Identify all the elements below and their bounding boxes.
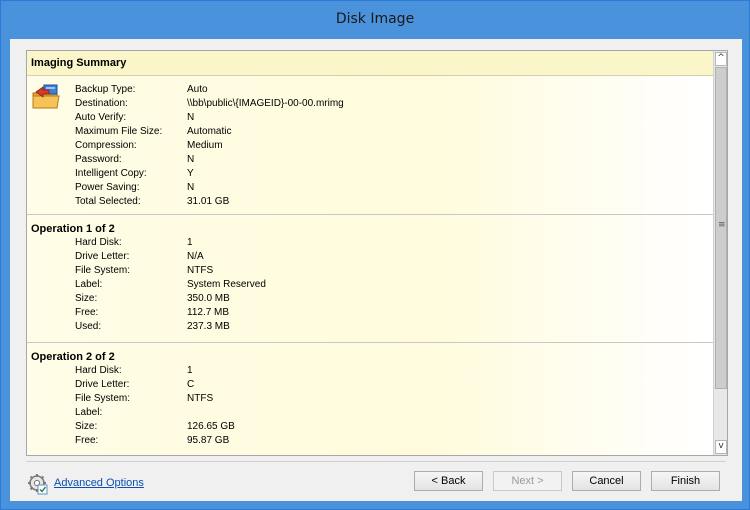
imaging-drive-icon <box>32 84 60 109</box>
row-label: File System: <box>75 265 131 276</box>
operation-row: Hard Disk: 1 <box>75 365 705 379</box>
row-value: NTFS <box>187 265 214 276</box>
summary-header-band <box>27 51 713 76</box>
window-frame-left <box>1 39 10 509</box>
imaging-summary-header: Imaging Summary <box>31 57 127 69</box>
row-value: N <box>187 182 195 193</box>
summary-row: Password: N <box>75 154 705 168</box>
row-label: Label: <box>75 407 103 418</box>
operation-row: Label: <box>75 407 705 421</box>
row-value: System Reserved <box>187 279 266 290</box>
row-label: Size: <box>75 293 98 304</box>
row-label: Used: <box>75 321 102 332</box>
grip-icon: ≡ <box>718 220 726 230</box>
row-value: C <box>187 379 195 390</box>
next-button[interactable]: Next > <box>493 471 562 491</box>
window-title: Disk Image <box>335 11 415 27</box>
row-label: Backup Type: <box>75 84 136 95</box>
advanced-options-link[interactable]: Advanced Options <box>54 477 144 489</box>
row-label: Total Selected: <box>75 196 141 207</box>
operation-1-section: Operation 1 of 2 Hard Disk: 1 Drive Lette… <box>27 215 713 341</box>
cancel-button[interactable]: Cancel <box>572 471 641 491</box>
operation-row: Size: 126.65 GB <box>75 421 705 435</box>
scroll-down-button[interactable]: v <box>715 440 727 454</box>
row-label: Destination: <box>75 98 128 109</box>
window-frame-bottom <box>1 501 749 509</box>
row-value: 1 <box>187 237 193 248</box>
summary-content: Imaging Summary Backup Type: Auto Destina… <box>27 51 713 455</box>
row-value: 350.0 MB <box>187 293 230 304</box>
row-value: 126.65 GB <box>187 421 235 432</box>
disk-image-window: Disk Image Imaging Summary Backup Type: A… <box>0 0 750 510</box>
operation-row: Free: 112.7 MB <box>75 307 705 321</box>
row-label: Free: <box>75 435 99 446</box>
finish-button[interactable]: Finish <box>651 471 720 491</box>
summary-panel: Imaging Summary Backup Type: Auto Destina… <box>26 50 728 456</box>
row-label: Auto Verify: <box>75 112 127 123</box>
chevron-up-icon: ^ <box>717 53 725 63</box>
row-value: Automatic <box>187 126 232 137</box>
row-label: Hard Disk: <box>75 237 122 248</box>
operation-row: Used: 237.3 MB <box>75 321 705 335</box>
row-value: 31.01 GB <box>187 196 230 207</box>
row-label: Label: <box>75 279 103 290</box>
row-value: \\bb\public\{IMAGEID}-00-00.mrimg <box>187 98 344 109</box>
operation-2-section: Operation 2 of 2 Hard Disk: 1 Drive Lette… <box>27 343 713 455</box>
summary-row: Power Saving: N <box>75 182 705 196</box>
operation-row: Hard Disk: 1 <box>75 237 705 251</box>
summary-row: Intelligent Copy: Y <box>75 168 705 182</box>
row-label: Maximum File Size: <box>75 126 163 137</box>
summary-row: Auto Verify: N <box>75 112 705 126</box>
advanced-options-icon <box>28 474 48 495</box>
summary-row: Backup Type: Auto <box>75 84 705 98</box>
row-label: Size: <box>75 421 98 432</box>
operation-1-header: Operation 1 of 2 <box>31 223 115 235</box>
summary-row: Destination: \\bb\public\{IMAGEID}-00-00.… <box>75 98 705 112</box>
operation-row: Drive Letter: N/A <box>75 251 705 265</box>
chevron-down-icon: v <box>718 441 724 451</box>
row-value: N <box>187 112 195 123</box>
summary-row: Maximum File Size: Automatic <box>75 126 705 140</box>
scroll-thumb[interactable]: ≡ <box>715 67 727 389</box>
row-value: N/A <box>187 251 204 262</box>
row-value: NTFS <box>187 393 214 404</box>
row-value: Auto <box>187 84 208 95</box>
title-bar[interactable]: Disk Image <box>1 1 749 39</box>
row-value: N <box>187 154 195 165</box>
row-label: Power Saving: <box>75 182 140 193</box>
summary-row: Total Selected: 31.01 GB <box>75 196 705 210</box>
operation-row: Label: System Reserved <box>75 279 705 293</box>
operation-2-header: Operation 2 of 2 <box>31 351 115 363</box>
row-label: File System: <box>75 393 131 404</box>
operation-row: Free: 95.87 GB <box>75 435 705 449</box>
row-value: 237.3 MB <box>187 321 230 332</box>
operation-row: Size: 350.0 MB <box>75 293 705 307</box>
back-button[interactable]: < Back <box>414 471 483 491</box>
row-label: Password: <box>75 154 122 165</box>
row-value: 1 <box>187 365 193 376</box>
row-label: Hard Disk: <box>75 365 122 376</box>
row-value: 112.7 MB <box>187 307 230 318</box>
operation-row: File System: NTFS <box>75 393 705 407</box>
row-value: Medium <box>187 140 223 151</box>
row-label: Drive Letter: <box>75 251 130 262</box>
operation-row: File System: NTFS <box>75 265 705 279</box>
operation-row: Drive Letter: C <box>75 379 705 393</box>
dialog-client-area: Imaging Summary Backup Type: Auto Destina… <box>10 39 742 501</box>
summary-row: Compression: Medium <box>75 140 705 154</box>
scroll-up-button[interactable]: ^ <box>715 52 727 66</box>
row-label: Compression: <box>75 140 137 151</box>
vertical-scrollbar[interactable]: ^ ≡ v <box>713 51 727 455</box>
row-value: 95.87 GB <box>187 435 230 446</box>
row-label: Drive Letter: <box>75 379 130 390</box>
window-frame-right <box>742 39 749 509</box>
row-label: Free: <box>75 307 99 318</box>
footer-separator <box>26 461 726 462</box>
row-value: Y <box>187 168 194 179</box>
row-label: Intelligent Copy: <box>75 168 147 179</box>
imaging-summary-section: Imaging Summary Backup Type: Auto Destina… <box>27 51 713 213</box>
